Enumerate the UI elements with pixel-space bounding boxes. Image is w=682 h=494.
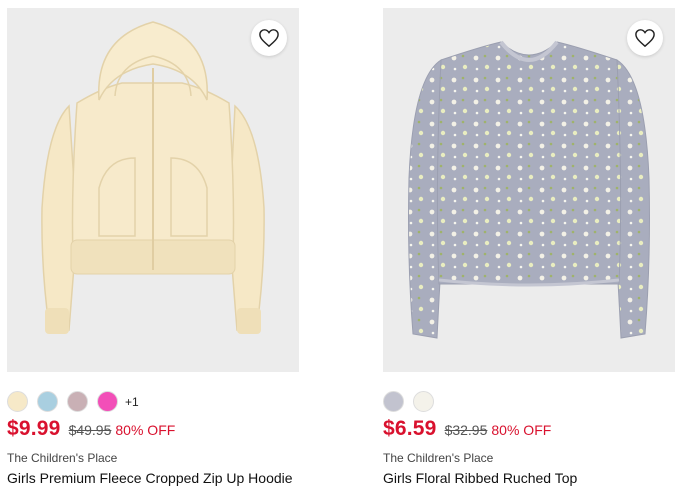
original-price: $49.95 bbox=[68, 422, 112, 438]
product-card[interactable]: +1 $9.99 $49.95 80% OFF The Children's P… bbox=[7, 8, 299, 488]
color-swatch[interactable] bbox=[37, 391, 58, 412]
color-swatch[interactable] bbox=[7, 391, 28, 412]
more-colors-count[interactable]: +1 bbox=[125, 395, 139, 409]
heart-icon bbox=[635, 29, 655, 48]
product-name-link[interactable]: Girls Floral Ribbed Ruched Top bbox=[383, 469, 675, 488]
sale-price: $6.59 bbox=[383, 417, 437, 440]
heart-icon bbox=[259, 29, 279, 48]
floral-top-image bbox=[408, 40, 650, 339]
color-swatch[interactable] bbox=[383, 391, 404, 412]
product-grid: +1 $9.99 $49.95 80% OFF The Children's P… bbox=[0, 0, 682, 494]
color-swatch[interactable] bbox=[413, 391, 434, 412]
brand-name: The Children's Place bbox=[383, 451, 494, 465]
original-price: $32.95 bbox=[444, 422, 488, 438]
discount-label: 80% OFF bbox=[491, 422, 552, 438]
discount-label: 80% OFF bbox=[115, 422, 176, 438]
color-swatches: +1 bbox=[7, 390, 299, 413]
color-swatch[interactable] bbox=[97, 391, 118, 412]
product-image[interactable] bbox=[7, 8, 299, 372]
product-card[interactable]: $6.59 $32.95 80% OFF The Children's Plac… bbox=[383, 8, 675, 488]
color-swatches bbox=[383, 390, 675, 413]
product-image[interactable] bbox=[383, 8, 675, 372]
sale-price: $9.99 bbox=[7, 417, 61, 440]
hoodie-image bbox=[41, 21, 265, 334]
brand-name: The Children's Place bbox=[7, 451, 118, 465]
product-name-link[interactable]: Girls Premium Fleece Cropped Zip Up Hood… bbox=[7, 469, 299, 488]
price-row: $6.59 $32.95 80% OFF bbox=[383, 417, 675, 441]
favorite-button[interactable] bbox=[251, 20, 287, 56]
favorite-button[interactable] bbox=[627, 20, 663, 56]
price-row: $9.99 $49.95 80% OFF bbox=[7, 417, 299, 441]
color-swatch[interactable] bbox=[67, 391, 88, 412]
